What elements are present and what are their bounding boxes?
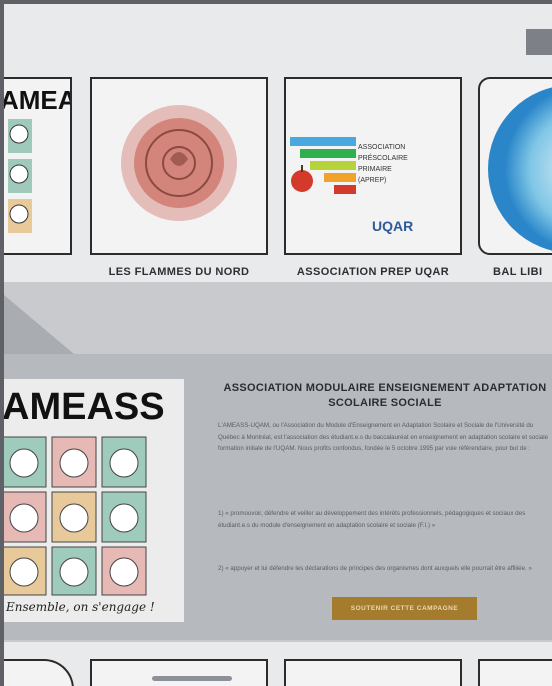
card-label-flammes: LES FLAMMES DU NORD	[108, 266, 250, 278]
description-paragraph-2: 1) « promouvoir, défendre et veiller au …	[218, 510, 526, 529]
ameass-caption: Ensemble, on s'engage !	[5, 600, 155, 614]
bottom-card-1[interactable]	[4, 659, 74, 686]
description-paragraph-1: L'AMEASS-UQAM, ou l'Association du Modul…	[218, 422, 549, 453]
campaign-card-flammes[interactable]	[90, 77, 268, 255]
campaign-card-prep-uqar[interactable]: ASSOCIATION PRÉSCOLAIRE PRIMAIRE (APREP)…	[284, 77, 462, 255]
bottom-card-4[interactable]	[478, 659, 552, 686]
prep-logo-line-2: PRÉSCOLAIRE	[358, 153, 408, 162]
bottom-card-2[interactable]	[90, 659, 268, 686]
card-label-bal-libre: BAL LIBI	[493, 266, 543, 278]
diagonal-divider	[4, 295, 74, 354]
support-campaign-button[interactable]: SOUTENIR CETTE CAMPAGNE	[332, 597, 477, 620]
carousel-scroll-handle[interactable]	[152, 676, 232, 681]
bal-libre-logo	[488, 87, 552, 251]
ameass-comic-image: AMEASS	[4, 85, 72, 233]
ameass-comic-illustration: AMEASS Ensemble, on s'engage !	[4, 386, 165, 614]
prep-logo-line-3: PRIMAIRE	[358, 166, 392, 173]
close-button[interactable]	[526, 29, 552, 55]
page: AMEASS LES FLAMMES DU NORD ASSOCIATION P…	[4, 4, 552, 686]
flammes-seal-logo	[121, 105, 237, 221]
prep-logo-line-1: ASSOCIATION	[358, 144, 405, 151]
card-label-prep-uqar: ASSOCIATION PREP UQAR	[296, 266, 450, 278]
prep-uqar-logo: ASSOCIATION PRÉSCOLAIRE PRIMAIRE (APREP)…	[290, 137, 413, 234]
ameass-big-logo-text: AMEASS	[4, 386, 165, 428]
description-paragraph-3: 2) « appuyer et lui défendre les déclara…	[218, 565, 532, 572]
featured-campaign-title: ASSOCIATION MODULAIRE ENSEIGNEMENT ADAPT…	[223, 382, 547, 409]
campaign-card-ameass[interactable]: AMEASS	[4, 77, 72, 255]
uqar-brand-text: UQAR	[372, 218, 413, 234]
campaign-card-bal-libre[interactable]	[478, 77, 552, 255]
prep-logo-line-4: (APREP)	[358, 177, 386, 184]
bottom-card-3[interactable]	[284, 659, 462, 686]
ameass-logo-text: AMEASS	[4, 85, 72, 115]
featured-campaign-image: AMEASS Ensemble, on s'engage !	[4, 379, 184, 622]
